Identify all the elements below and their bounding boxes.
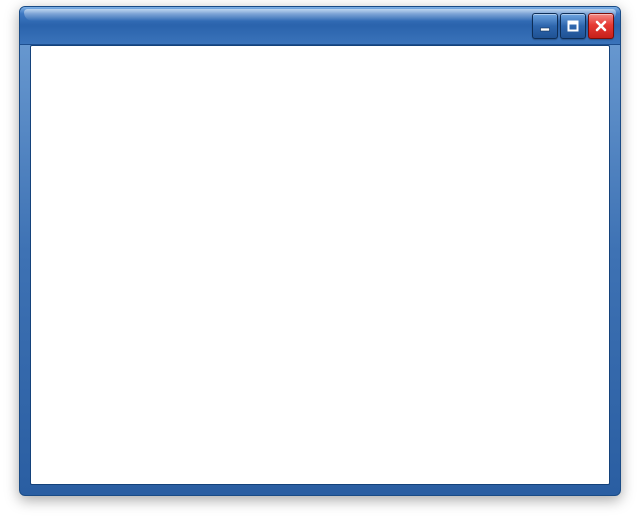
minimize-icon: [538, 19, 552, 33]
close-icon: [594, 19, 608, 33]
maximize-icon: [566, 19, 580, 33]
titlebar[interactable]: [20, 7, 620, 45]
application-window: [19, 6, 621, 496]
close-button[interactable]: [588, 13, 614, 39]
window-controls: [532, 13, 614, 39]
maximize-button[interactable]: [560, 13, 586, 39]
client-area: [30, 45, 610, 485]
minimize-button[interactable]: [532, 13, 558, 39]
